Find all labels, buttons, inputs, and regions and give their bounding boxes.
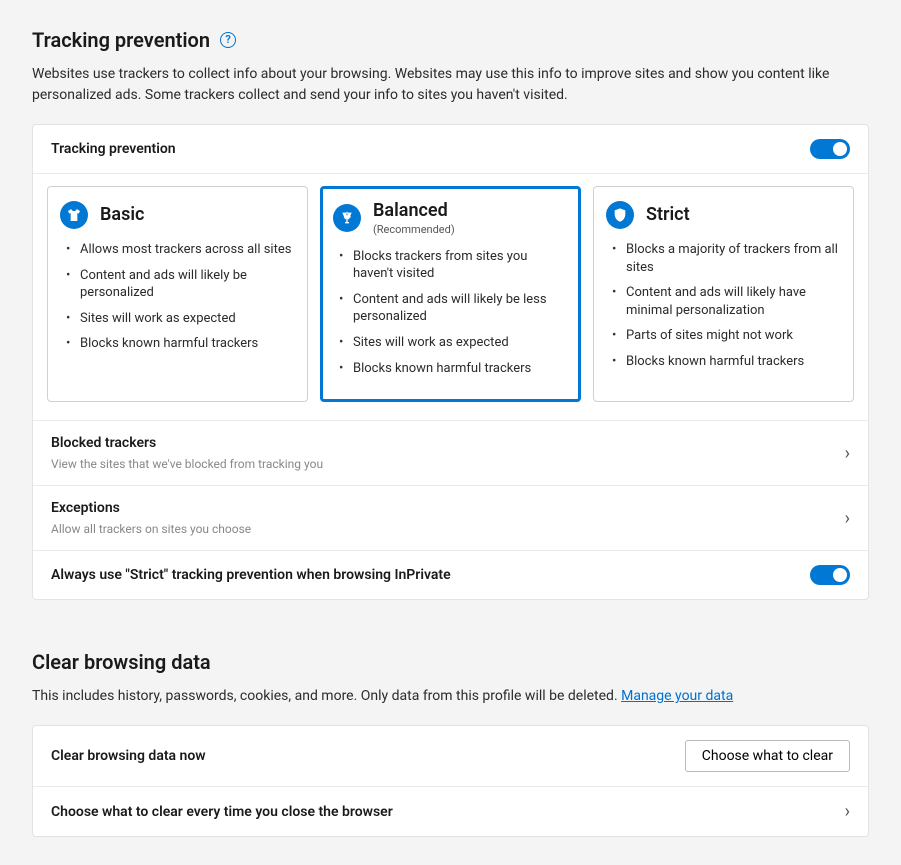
- list-item: Blocks a majority of trackers from all s…: [610, 241, 841, 276]
- clear-on-close-label: Choose what to clear every time you clos…: [51, 804, 831, 820]
- list-item: Parts of sites might not work: [610, 327, 841, 345]
- tshirt-icon: [60, 201, 88, 229]
- option-balanced-subtitle: (Recommended): [373, 223, 455, 236]
- manage-data-link[interactable]: Manage your data: [621, 688, 733, 704]
- clear-data-heading: Clear browsing data: [32, 650, 869, 674]
- inprivate-strict-label: Always use "Strict" tracking prevention …: [51, 567, 796, 583]
- clear-desc-text: This includes history, passwords, cookie…: [32, 688, 621, 704]
- help-icon[interactable]: ?: [220, 32, 236, 48]
- option-strict-list: Blocks a majority of trackers from all s…: [606, 241, 841, 370]
- option-strict-head: Strict: [606, 201, 841, 229]
- inprivate-toggle[interactable]: [810, 565, 850, 585]
- list-item: Blocks known harmful trackers: [337, 360, 568, 378]
- chevron-right-icon: ›: [845, 801, 850, 822]
- option-basic[interactable]: Basic Allows most trackers across all si…: [47, 186, 308, 402]
- option-balanced-title: Balanced: [373, 201, 455, 221]
- choose-what-to-clear-button[interactable]: Choose what to clear: [685, 740, 850, 772]
- list-item: Sites will work as expected: [64, 310, 295, 328]
- tracking-prevention-heading: Tracking prevention ?: [32, 28, 869, 52]
- tracking-toggle-row: Tracking prevention: [33, 125, 868, 174]
- clear-now-label: Clear browsing data now: [51, 748, 671, 764]
- exceptions-sub: Allow all trackers on sites you choose: [51, 522, 831, 536]
- option-basic-title: Basic: [100, 205, 144, 225]
- exceptions-row[interactable]: Exceptions Allow all trackers on sites y…: [33, 486, 868, 551]
- list-item: Content and ads will likely have minimal…: [610, 284, 841, 319]
- clear-now-row: Clear browsing data now Choose what to c…: [33, 726, 868, 787]
- list-item: Content and ads will likely be less pers…: [337, 291, 568, 326]
- list-item: Sites will work as expected: [337, 334, 568, 352]
- chevron-right-icon: ›: [845, 508, 850, 529]
- toggle-knob: [833, 568, 847, 582]
- clear-on-close-row[interactable]: Choose what to clear every time you clos…: [33, 787, 868, 836]
- tracking-toggle[interactable]: [810, 139, 850, 159]
- option-balanced-list: Blocks trackers from sites you haven't v…: [333, 248, 568, 377]
- blocked-trackers-row[interactable]: Blocked trackers View the sites that we'…: [33, 421, 868, 486]
- option-strict-title: Strict: [646, 205, 690, 225]
- tracking-toggle-label: Tracking prevention: [51, 141, 796, 157]
- blocked-trackers-title: Blocked trackers: [51, 435, 831, 451]
- clear-heading-text: Clear browsing data: [32, 650, 211, 674]
- option-basic-head: Basic: [60, 201, 295, 229]
- toggle-knob: [833, 142, 847, 156]
- exceptions-title: Exceptions: [51, 500, 831, 516]
- tracking-card: Tracking prevention Basic Allows most tr…: [32, 124, 869, 600]
- list-item: Content and ads will likely be personali…: [64, 267, 295, 302]
- inprivate-strict-row: Always use "Strict" tracking prevention …: [33, 551, 868, 599]
- shield-icon: [606, 201, 634, 229]
- blocked-trackers-sub: View the sites that we've blocked from t…: [51, 457, 831, 471]
- list-item: Blocks known harmful trackers: [64, 335, 295, 353]
- option-balanced[interactable]: Balanced (Recommended) Blocks trackers f…: [320, 186, 581, 402]
- list-item: Allows most trackers across all sites: [64, 241, 295, 259]
- tracking-options-row: Basic Allows most trackers across all si…: [33, 174, 868, 421]
- list-item: Blocks trackers from sites you haven't v…: [337, 248, 568, 283]
- list-item: Blocks known harmful trackers: [610, 353, 841, 371]
- clear-data-card: Clear browsing data now Choose what to c…: [32, 725, 869, 837]
- scale-icon: [333, 204, 361, 232]
- clear-description: This includes history, passwords, cookie…: [32, 686, 832, 707]
- option-basic-list: Allows most trackers across all sites Co…: [60, 241, 295, 353]
- option-balanced-head: Balanced (Recommended): [333, 201, 568, 236]
- option-strict[interactable]: Strict Blocks a majority of trackers fro…: [593, 186, 854, 402]
- tracking-heading-text: Tracking prevention: [32, 28, 210, 52]
- tracking-description: Websites use trackers to collect info ab…: [32, 64, 832, 106]
- chevron-right-icon: ›: [845, 443, 850, 464]
